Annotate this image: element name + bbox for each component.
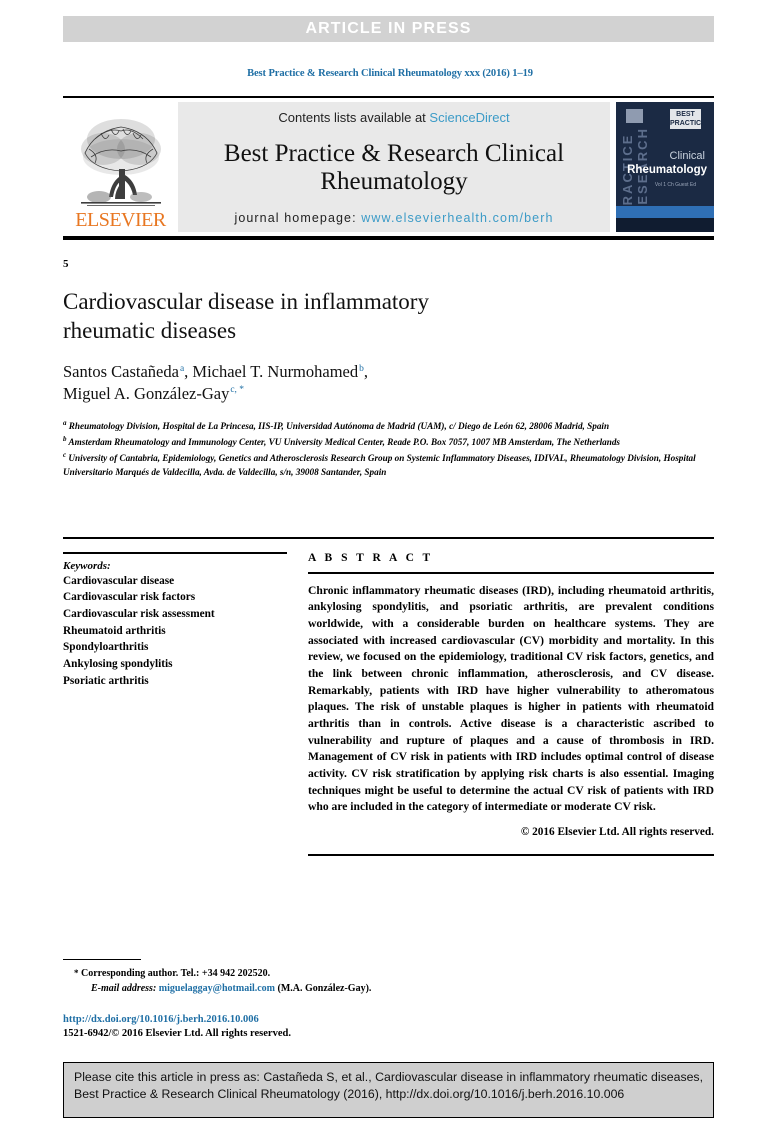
keyword-item: Cardiovascular disease [63, 574, 175, 587]
author-name: Miguel A. González-Gay [63, 383, 230, 403]
masthead-center-panel: Contents lists available at ScienceDirec… [178, 102, 610, 232]
cover-title-line-1: Clinical [669, 150, 705, 162]
issn-copyright-line: 1521-6942/© 2016 Elsevier Ltd. All right… [63, 1028, 291, 1039]
author-separator: , [184, 362, 189, 382]
journal-title-line-1: Best Practice & Research Clinical [223, 140, 565, 167]
abstract-heading: A B S T R A C T [308, 552, 434, 564]
asterisk-icon: * [74, 968, 79, 978]
masthead-body: ELSEVIER Contents lists available at Sci… [63, 102, 714, 232]
email-label: E-mail address: [91, 982, 157, 994]
affiliation-mark: c [63, 450, 67, 459]
keyword-item: Ankylosing spondylitis [63, 658, 173, 671]
keyword-item: Cardiovascular risk assessment [63, 607, 215, 620]
keyword-item: Psoriatic arthritis [63, 674, 149, 687]
cover-badge: BEST PRACTICE [670, 109, 706, 129]
journal-homepage-line: journal homepage: www.elsevierhealth.com… [234, 211, 553, 225]
keyword-item: Spondyloarthritis [63, 641, 149, 654]
cover-footer-band [616, 218, 714, 232]
contents-prefix: Contents lists available at [278, 110, 430, 125]
article-title: Cardiovascular disease in inflammatory r… [63, 288, 714, 345]
footnote-block: * Corresponding author. Tel.: +34 942 20… [63, 959, 503, 996]
article-header: 5 Cardiovascular disease in inflammatory… [63, 258, 714, 480]
affiliation-mark: a [63, 418, 67, 427]
journal-masthead: ELSEVIER Contents lists available at Sci… [63, 96, 714, 240]
abstract-copyright: © 2016 Elsevier Ltd. All rights reserved… [520, 826, 714, 839]
affiliation-text: University of Cantabria, Epidemiology, G… [63, 452, 696, 477]
homepage-prefix: journal homepage: [234, 211, 362, 225]
masthead-top-rule [63, 96, 714, 98]
cover-title-line-2: Rheumatology [627, 164, 707, 176]
elsevier-tree-icon [80, 119, 161, 206]
affiliation-text: Rheumatology Division, Hospital de La Pr… [68, 420, 610, 431]
author-list: Santos Castañedaa, Michael T. Nurmohamed… [63, 361, 714, 405]
doi-link[interactable]: http://dx.doi.org/10.1016/j.berh.2016.10… [63, 1014, 259, 1025]
article-in-press-banner: ARTICLE IN PRESS [63, 16, 714, 42]
journal-homepage-link[interactable]: www.elsevierhealth.com/berh [361, 211, 553, 225]
content-divider-rule [63, 537, 714, 539]
abstract-rule [308, 572, 714, 574]
article-title-line-1: Cardiovascular disease in inflammatory [63, 289, 429, 314]
citation-request-box: Please cite this article in press as: Ca… [63, 1062, 714, 1118]
footnote-rule [63, 959, 141, 960]
page-number: 5 [63, 258, 69, 270]
journal-reference-line: Best Practice & Research Clinical Rheuma… [247, 68, 533, 79]
affiliation-mark: b [63, 434, 67, 443]
journal-title: Best Practice & Research Clinical Rheuma… [224, 140, 564, 196]
corresponding-author-text: Corresponding author. Tel.: +34 942 2025… [81, 968, 271, 979]
keywords-column: Keywords: Cardiovascular disease Cardiov… [63, 552, 308, 856]
article-title-line-2: rheumatic diseases [63, 317, 237, 343]
cover-stripe [616, 206, 714, 218]
keywords-heading: Keywords: [63, 559, 111, 572]
email-link[interactable]: miguelaggay@hotmail.com [159, 983, 275, 994]
email-note: E-mail address: miguelaggay@hotmail.com … [63, 982, 503, 997]
keyword-item: Cardiovascular risk factors [63, 591, 196, 604]
abstract-bottom-rule [308, 854, 714, 856]
journal-title-line-2: Rheumatology [320, 168, 468, 195]
masthead-bottom-rule [63, 236, 714, 240]
affiliation-item: a Rheumatology Division, Hospital de La … [63, 418, 714, 434]
abstract-column: A B S T R A C T Chronic inflammatory rhe… [308, 552, 714, 856]
contents-available-line: Contents lists available at ScienceDirec… [278, 110, 509, 125]
author-separator: , [363, 362, 368, 382]
keyword-item: Rheumatoid arthritis [63, 624, 166, 637]
corresponding-author-note: * Corresponding author. Tel.: +34 942 20… [63, 967, 503, 982]
elsevier-wordmark: ELSEVIER [75, 209, 166, 231]
keywords-rule [63, 552, 287, 554]
author-name: Michael T. Nurmohamed [192, 362, 359, 382]
affiliation-item: b Amsterdam Rheumatology and Immunology … [63, 434, 714, 450]
cover-subtitle: Vol 1 Ch Guest Ed [654, 182, 696, 188]
keywords-list: Cardiovascular disease Cardiovascular ri… [63, 573, 294, 690]
affiliation-list: a Rheumatology Division, Hospital de La … [63, 418, 714, 480]
affiliation-text: Amsterdam Rheumatology and Immunology Ce… [68, 436, 621, 447]
article-first-page: ARTICLE IN PRESS Best Practice & Researc… [0, 0, 780, 1134]
journal-cover-thumbnail: BEST PRACTICE PRACTICE RESEARCH Clinical… [616, 102, 714, 232]
abstract-body: Chronic inflammatory rheumatic diseases … [308, 583, 714, 814]
publisher-logo: ELSEVIER [63, 102, 178, 232]
affiliation-item: c University of Cantabria, Epidemiology,… [63, 450, 714, 480]
sciencedirect-link[interactable]: ScienceDirect [429, 110, 509, 125]
article-in-press-label: ARTICLE IN PRESS [305, 20, 472, 37]
author-affiliation-mark: c, * [230, 385, 245, 396]
author-name: Santos Castañeda [63, 362, 179, 382]
abstract-section: Keywords: Cardiovascular disease Cardiov… [63, 552, 714, 856]
email-owner: (M.A. González-Gay). [277, 982, 372, 994]
